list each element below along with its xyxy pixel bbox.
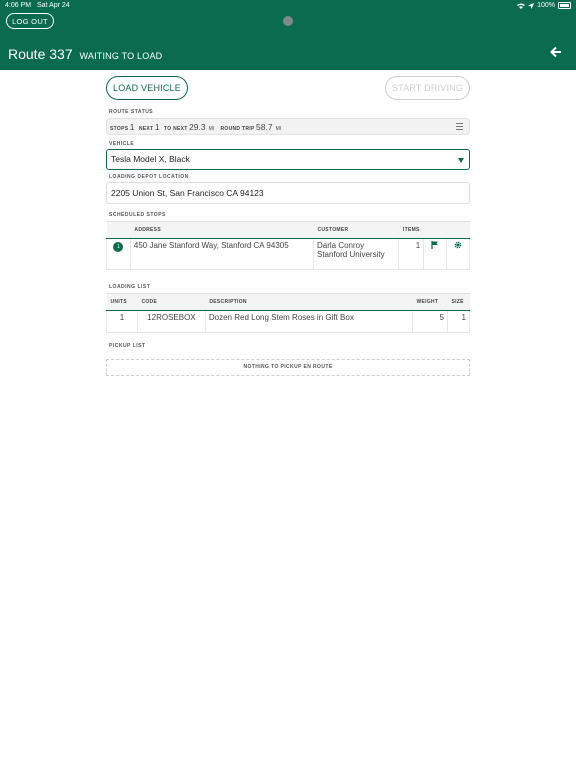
col-items: ITEMS bbox=[398, 221, 424, 239]
status-bar: 4:06 PM Sat Apr 24 100% bbox=[0, 0, 576, 12]
menu-icon[interactable] bbox=[456, 123, 463, 132]
to-next-label: TO NEXT bbox=[163, 126, 188, 132]
item-size: 1 bbox=[446, 310, 471, 333]
app-header: 4:06 PM Sat Apr 24 100% LOG OUT Route 33… bbox=[0, 0, 576, 70]
item-weight: 5 bbox=[412, 310, 448, 333]
route-stats: STOPS 1 NEXT 1 TO NEXT 29.3 MI ROUND TRIP… bbox=[110, 122, 286, 132]
table-header-row: ADDRESS CUSTOMER ITEMS bbox=[106, 221, 470, 239]
status-time: 4:06 PM bbox=[5, 2, 32, 9]
location-arrow-icon bbox=[528, 2, 535, 9]
battery-percent: 100% bbox=[537, 2, 555, 9]
col-size: SIZE bbox=[447, 293, 470, 311]
stops-value: 1 bbox=[129, 122, 135, 132]
pickup-list-empty: NOTHING TO PICKUP EN ROUTE bbox=[106, 359, 470, 376]
loading-list-table: UNITS CODE DESCRIPTION WEIGHT SIZE 1 12R… bbox=[106, 293, 471, 333]
table-row[interactable]: 1 450 Jane Stanford Way, Stanford CA 943… bbox=[106, 238, 470, 270]
customer-org: Stanford University bbox=[316, 250, 385, 259]
route-status-label: ROUTE STATUS bbox=[109, 109, 154, 115]
scheduled-stops-label: SCHEDULED STOPS bbox=[109, 212, 166, 218]
chevron-down-icon bbox=[458, 158, 464, 163]
round-trip-unit: MI bbox=[275, 126, 282, 132]
flag-icon[interactable] bbox=[431, 241, 439, 249]
col-description: DESCRIPTION bbox=[205, 293, 413, 311]
scheduled-stops-table: ADDRESS CUSTOMER ITEMS 1 450 Jane Stanfo… bbox=[106, 221, 470, 270]
next-label: NEXT bbox=[138, 126, 154, 132]
col-code: CODE bbox=[137, 293, 206, 311]
next-value: 1 bbox=[154, 122, 160, 132]
table-row[interactable]: 1 12ROSEBOX Dozen Red Long Stem Roses in… bbox=[106, 310, 471, 333]
vehicle-select[interactable]: Tesla Model X, Black bbox=[106, 149, 470, 170]
depot-location-field[interactable]: 2205 Union St, San Francisco CA 94123 bbox=[106, 182, 470, 204]
vehicle-selected-value: Tesla Model X, Black bbox=[111, 154, 190, 164]
stop-customer: Darla Conroy Stanford University bbox=[312, 238, 400, 270]
route-status-bar: STOPS 1 NEXT 1 TO NEXT 29.3 MI ROUND TRIP… bbox=[106, 118, 470, 135]
wifi-icon bbox=[517, 3, 526, 9]
load-vehicle-button[interactable]: LOAD VEHICLE bbox=[106, 76, 188, 100]
col-flag bbox=[423, 221, 447, 239]
stop-number-cell: 1 bbox=[106, 238, 131, 270]
gear-icon[interactable] bbox=[454, 241, 462, 249]
battery-icon bbox=[558, 2, 571, 9]
loading-list-label: LOADING LIST bbox=[109, 284, 151, 290]
status-icons: 100% bbox=[517, 2, 571, 9]
round-trip-label: ROUND TRIP bbox=[220, 126, 255, 132]
route-name: Route 337 bbox=[8, 46, 73, 62]
stops-label: STOPS bbox=[110, 126, 129, 132]
logout-button[interactable]: LOG OUT bbox=[6, 13, 54, 29]
stop-address: 450 Jane Stanford Way, Stanford CA 94305 bbox=[129, 238, 314, 270]
col-units: UNITS bbox=[106, 293, 138, 311]
col-address: ADDRESS bbox=[130, 221, 314, 239]
status-date: Sat Apr 24 bbox=[37, 2, 70, 9]
col-settings bbox=[446, 221, 470, 239]
back-arrow-icon[interactable] bbox=[550, 46, 562, 58]
route-status-text: WAITING TO LOAD bbox=[79, 51, 163, 61]
item-units: 1 bbox=[106, 310, 138, 333]
stop-number-badge: 1 bbox=[113, 242, 124, 252]
item-description: Dozen Red Long Stem Roses in Gift Box bbox=[204, 310, 414, 333]
camera-indicator bbox=[283, 16, 293, 26]
to-next-value: 29.3 bbox=[189, 122, 206, 132]
col-weight: WEIGHT bbox=[412, 293, 448, 311]
settings-cell bbox=[446, 238, 470, 270]
start-driving-button[interactable]: START DRIVING bbox=[385, 76, 470, 100]
to-next-unit: MI bbox=[208, 126, 215, 132]
item-code: 12ROSEBOX bbox=[136, 310, 206, 333]
pickup-list-label: PICKUP LIST bbox=[109, 343, 146, 349]
col-customer: CUSTOMER bbox=[313, 221, 399, 239]
flag-cell bbox=[423, 238, 448, 270]
vehicle-label: VEHICLE bbox=[109, 141, 135, 147]
page-title: Route 337 WAITING TO LOAD bbox=[8, 46, 162, 62]
stop-items: 1 bbox=[398, 238, 425, 270]
col-number bbox=[106, 221, 131, 239]
round-trip-value: 58.7 bbox=[256, 122, 273, 132]
customer-name: Darla Conroy bbox=[316, 241, 365, 250]
depot-label: LOADING DEPOT LOCATION bbox=[109, 174, 189, 180]
table-header-row: UNITS CODE DESCRIPTION WEIGHT SIZE bbox=[106, 293, 470, 311]
